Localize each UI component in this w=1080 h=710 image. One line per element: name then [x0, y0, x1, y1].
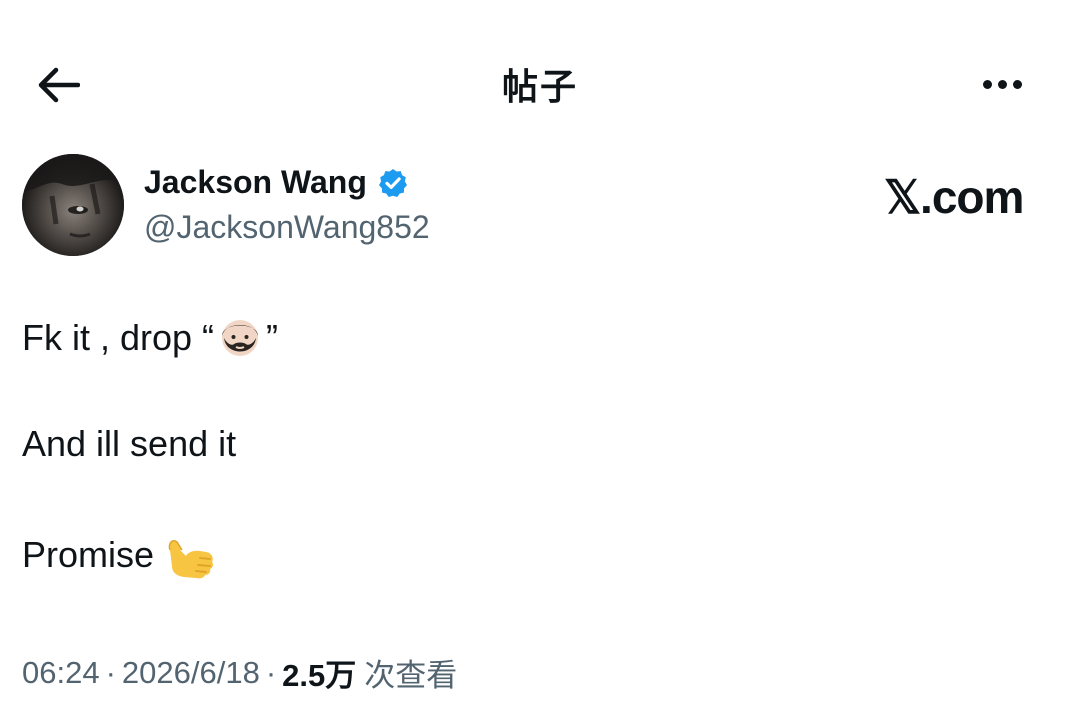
display-name[interactable]: Jackson Wang [144, 164, 409, 201]
meta-separator: · [265, 654, 277, 690]
man-beard-emoji [222, 320, 259, 356]
display-name-text: Jackson Wang [144, 164, 367, 200]
tweet-text-line-3: Promise [22, 534, 155, 575]
author-block: Jackson Wang @JacksonWang852 [22, 154, 922, 258]
verified-badge-icon [378, 168, 407, 197]
more-horizontal-icon [982, 79, 992, 89]
tweet-line-1: Fk it , drop “ ” [22, 316, 278, 360]
tweet-meta: 06:24 · 2026/6/18 · 2.5万 次查看 [22, 650, 457, 695]
tweet-line-2: And ill send it [22, 423, 236, 465]
views-count[interactable]: 2.5万 [282, 650, 356, 695]
avatar[interactable] [22, 154, 124, 256]
user-handle[interactable]: @JacksonWang852 [144, 209, 430, 246]
tweet-text-close-quote: ” [266, 317, 279, 358]
more-options-button[interactable] [970, 60, 1034, 108]
meta-separator: · [105, 654, 116, 690]
page-title: 帖子 [501, 67, 578, 108]
tweet-time[interactable]: 06:24 [22, 655, 100, 691]
tweet-text-line-1: Fk it , drop “ [22, 317, 215, 358]
avatar-image [22, 154, 124, 256]
tweet-line-3: Promise [22, 528, 218, 582]
tweet-date[interactable]: 2026/6/18 [122, 655, 260, 691]
call-me-hand-emoji [168, 539, 214, 579]
views-label: 次查看 [364, 658, 458, 693]
x-com-watermark: 𝕏.com [884, 171, 1024, 223]
post-header: 帖子 [0, 0, 1080, 160]
tweet-text-line-2: And ill send it [22, 423, 237, 464]
